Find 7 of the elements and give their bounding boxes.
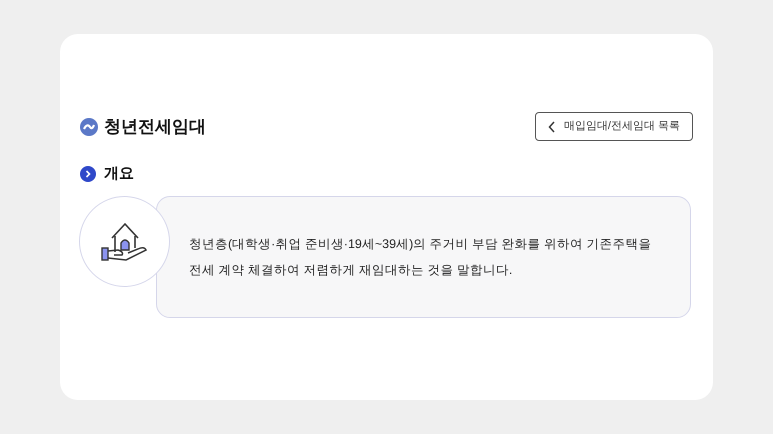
back-to-list-button[interactable]: 매입임대/전세임대 목록 — [534, 112, 693, 141]
section-heading: 개요 — [104, 164, 134, 184]
logo-icon — [80, 118, 98, 136]
chevron-left-icon — [548, 120, 556, 132]
description-text: 청년층(대학생·취업 준비생·19세~39세)의 주거비 부담 완화를 위하여 기존주택을 전세 계약 체결하여 저렴하게 재임대하는 것을 말합니다. — [189, 236, 653, 278]
chevron-circle-icon — [80, 166, 96, 182]
page-title: 청년전세임대 — [104, 116, 206, 138]
